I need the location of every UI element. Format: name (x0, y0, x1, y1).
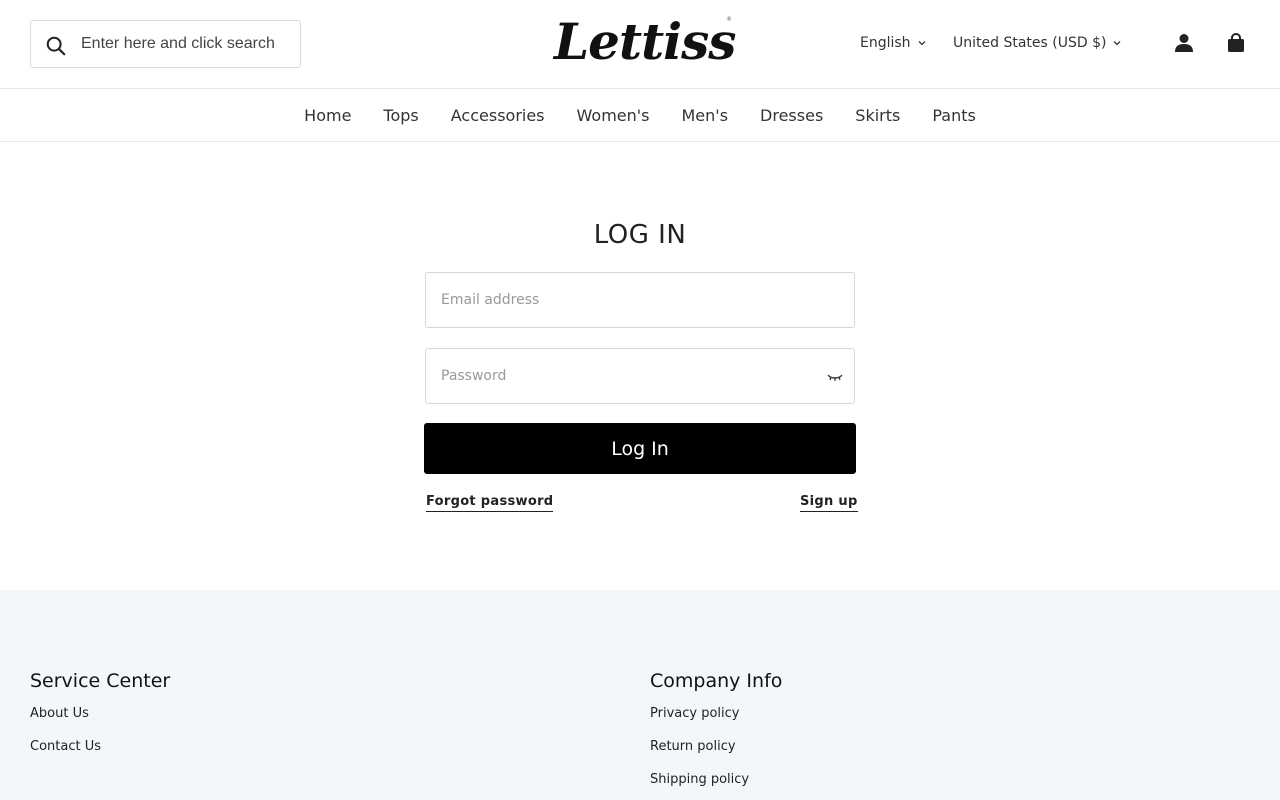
search-box[interactable] (30, 20, 301, 68)
password-field-wrapper[interactable] (425, 348, 855, 404)
chevron-down-icon (918, 41, 926, 46)
footer-column-service-center: Service Center About Us Contact Us (30, 670, 170, 772)
footer-heading: Service Center (30, 670, 171, 692)
email-field[interactable] (441, 273, 821, 327)
page-title: LOG IN (593, 220, 687, 250)
site-footer: Service Center About Us Contact Us Compa… (0, 590, 1280, 800)
footer-link-shipping-policy[interactable]: Shipping policy (650, 772, 782, 800)
site-header: Lettiss ® English United States (USD $) (0, 0, 1280, 89)
logo-registered-mark: ® (726, 16, 732, 23)
footer-column-company-info: Company Info Privacy policy Return polic… (650, 670, 782, 800)
eye-closed-icon[interactable] (826, 371, 844, 383)
nav-item-tops[interactable]: Tops (383, 106, 418, 125)
language-label: English (860, 35, 911, 51)
nav-item-dresses[interactable]: Dresses (760, 106, 823, 125)
currency-selector[interactable]: United States (USD $) (953, 33, 1122, 53)
footer-link-return-policy[interactable]: Return policy (650, 739, 782, 772)
footer-heading: Company Info (650, 670, 783, 692)
forgot-password-link[interactable]: Forgot password (426, 494, 554, 512)
login-button[interactable]: Log In (424, 423, 856, 474)
currency-label: United States (USD $) (953, 35, 1107, 51)
nav-item-accessories[interactable]: Accessories (451, 106, 545, 125)
nav-item-pants[interactable]: Pants (932, 106, 975, 125)
search-input[interactable] (81, 21, 296, 67)
footer-link-contact-us[interactable]: Contact Us (30, 739, 170, 772)
chevron-down-icon (1113, 41, 1121, 46)
user-icon[interactable] (1174, 33, 1194, 53)
main-nav: Home Tops Accessories Women's Men's Dres… (0, 89, 1280, 142)
nav-item-home[interactable]: Home (304, 106, 351, 125)
email-field-wrapper[interactable] (425, 272, 855, 328)
site-logo[interactable]: Lettiss ® (548, 10, 740, 76)
nav-item-womens[interactable]: Women's (577, 106, 650, 125)
logo-text: Lettiss (554, 12, 736, 71)
nav-item-mens[interactable]: Men's (682, 106, 729, 125)
password-field[interactable] (441, 349, 821, 403)
footer-link-privacy-policy[interactable]: Privacy policy (650, 706, 782, 739)
search-icon[interactable] (45, 35, 67, 57)
language-selector[interactable]: English (860, 33, 927, 53)
nav-item-skirts[interactable]: Skirts (855, 106, 900, 125)
sign-up-link[interactable]: Sign up (800, 494, 858, 512)
footer-link-about-us[interactable]: About Us (30, 706, 170, 739)
shopping-bag-icon[interactable] (1227, 33, 1245, 53)
